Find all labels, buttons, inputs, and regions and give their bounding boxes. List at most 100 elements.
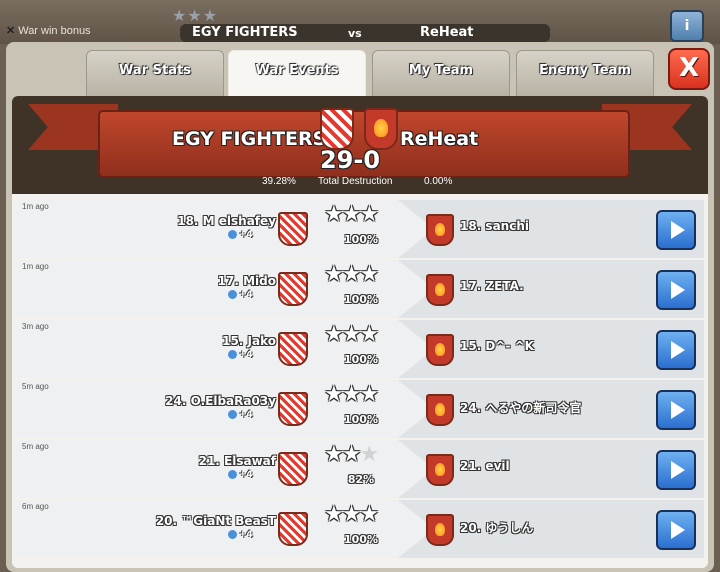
star-gain: +4 xyxy=(228,290,253,300)
replay-button[interactable] xyxy=(656,270,696,310)
star-filled-icon: ★ xyxy=(359,262,379,287)
event-row: 3m ago 15. Jako +4 ★★★ 100% 15. D^- ^K xyxy=(16,320,704,378)
star-gain: +4 xyxy=(228,350,253,360)
defender-name: 18. sanchi xyxy=(460,219,529,233)
attacker-badge-icon xyxy=(278,452,308,486)
star-filled-icon: ★ xyxy=(341,382,362,407)
attacker-badge-icon xyxy=(278,272,308,306)
star-filled-icon: ★ xyxy=(324,502,344,527)
star-filled-icon: ★ xyxy=(324,322,344,347)
defender-badge-icon xyxy=(426,274,454,306)
event-time: 1m ago xyxy=(22,262,49,271)
defender-badge-icon xyxy=(426,514,454,546)
star-filled-icon: ★ xyxy=(324,382,344,407)
attack-stars: ★★★ xyxy=(324,442,379,467)
right-destruction: 0.00% xyxy=(424,176,453,187)
star-filled-icon: ★ xyxy=(341,202,362,227)
attacker-name: 24. O.ElbaRa03y xyxy=(165,394,276,408)
tab-war-stats[interactable]: War Stats xyxy=(86,50,224,98)
event-time: 3m ago xyxy=(22,322,49,331)
event-row: 5m ago 24. O.ElbaRa03y +4 ★★★ 100% 24. へるやの新司… xyxy=(16,380,704,438)
replay-button[interactable] xyxy=(656,390,696,430)
defender-name: 15. D^- ^K xyxy=(460,339,534,353)
replay-button[interactable] xyxy=(656,510,696,550)
event-row: 5m ago 21. Elsawaf +4 ★★★ 82% 21. evil xyxy=(16,440,704,498)
attack-stars: ★★★ xyxy=(324,382,379,407)
event-row: 1m ago 18. M elshafey +4 ★★★ 100% 18. sanchi xyxy=(16,200,704,258)
star-filled-icon: ★ xyxy=(359,382,379,407)
attacker-name: 18. M elshafey xyxy=(177,214,276,228)
star-filled-icon: ★ xyxy=(341,322,362,347)
defender-badge-icon xyxy=(426,454,454,486)
star-filled-icon: ★ xyxy=(359,322,379,347)
defender-badge-icon xyxy=(426,394,454,426)
event-time: 5m ago xyxy=(22,382,49,391)
defender-name: 20. ゆうしん xyxy=(460,521,534,535)
destruction-label: Total Destruction xyxy=(318,176,393,187)
event-row: 1m ago 17. Mido +4 ★★★ 100% 17. ZETA. xyxy=(16,260,704,318)
event-time: 1m ago xyxy=(22,202,49,211)
destruction-percent: 100% xyxy=(344,533,378,546)
attacker-name: 20. ™GiaNt BeasT xyxy=(155,514,276,528)
star-filled-icon: ★ xyxy=(341,502,362,527)
left-destruction: 39.28% xyxy=(262,176,296,187)
star-gain: +4 xyxy=(228,530,253,540)
destruction-percent: 100% xyxy=(344,413,378,426)
star-filled-icon: ★ xyxy=(341,262,362,287)
close-button[interactable]: X xyxy=(668,48,710,90)
war-win-bonus: ✕ War win bonus xyxy=(6,25,91,37)
clan-left-name: EGY FIGHTERS xyxy=(192,25,298,40)
star-filled-icon: ★ xyxy=(341,442,362,467)
close-icon: ✕ xyxy=(6,25,16,37)
attack-stars: ★★★ xyxy=(324,322,379,347)
attacker-name: 15. Jako xyxy=(222,334,276,348)
event-row: 6m ago 20. ™GiaNt BeasT +4 ★★★ 100% 20. ゆうしん xyxy=(16,500,704,558)
top-bar: ✕ War win bonus ★★★ EGY FIGHTERS vs ReHea… xyxy=(0,0,720,44)
destruction-percent: 100% xyxy=(344,353,378,366)
attacker-name: 17. Mido xyxy=(217,274,276,288)
star-filled-icon: ★ xyxy=(359,502,379,527)
war-score: 29-0 xyxy=(319,146,381,174)
attacker-badge-icon xyxy=(278,392,308,426)
stars-icon: ★★★ xyxy=(172,6,219,25)
attack-stars: ★★★ xyxy=(324,502,379,527)
star-filled-icon: ★ xyxy=(324,442,344,467)
replay-button[interactable] xyxy=(656,210,696,250)
attacker-name: 21. Elsawaf xyxy=(198,454,276,468)
egy-badge-icon xyxy=(320,108,354,150)
tab-my-team[interactable]: My Team xyxy=(372,50,510,98)
defender-name: 21. evil xyxy=(460,459,510,473)
defender-name: 24. へるやの新司令官 xyxy=(460,401,582,415)
attacker-badge-icon xyxy=(278,332,308,366)
header-clan-left: EGY FIGHTERS xyxy=(172,128,327,150)
destruction-percent: 100% xyxy=(344,233,378,246)
defender-badge-icon xyxy=(426,214,454,246)
vs-label: vs xyxy=(348,27,362,40)
star-gain: +4 xyxy=(228,230,253,240)
info-button[interactable]: i xyxy=(670,10,704,42)
defender-badge-icon xyxy=(426,334,454,366)
tab-war-events[interactable]: War Events xyxy=(228,50,366,102)
event-time: 6m ago xyxy=(22,502,49,511)
star-filled-icon: ★ xyxy=(324,202,344,227)
clan-right-name: ReHeat xyxy=(420,25,474,40)
attack-stars: ★★★ xyxy=(324,262,379,287)
defender-name: 17. ZETA. xyxy=(460,279,524,293)
star-gain: +4 xyxy=(228,410,253,420)
destruction-percent: 82% xyxy=(347,473,375,486)
tab-enemy-team[interactable]: Enemy Team xyxy=(516,50,654,98)
star-gain: +4 xyxy=(228,470,253,480)
star-filled-icon: ★ xyxy=(324,262,344,287)
star-filled-icon: ★ xyxy=(359,202,379,227)
replay-button[interactable] xyxy=(656,450,696,490)
event-time: 5m ago xyxy=(22,442,49,451)
attacker-badge-icon xyxy=(278,212,308,246)
header-clan-right: ReHeat xyxy=(400,128,479,150)
reheat-badge-icon xyxy=(364,108,398,150)
star-empty-icon: ★ xyxy=(359,442,379,467)
attacker-badge-icon xyxy=(278,512,308,546)
clan-bar: EGY FIGHTERS vs ReHeat xyxy=(180,24,550,42)
destruction-percent: 100% xyxy=(344,293,378,306)
replay-button[interactable] xyxy=(656,330,696,370)
attack-stars: ★★★ xyxy=(324,202,379,227)
